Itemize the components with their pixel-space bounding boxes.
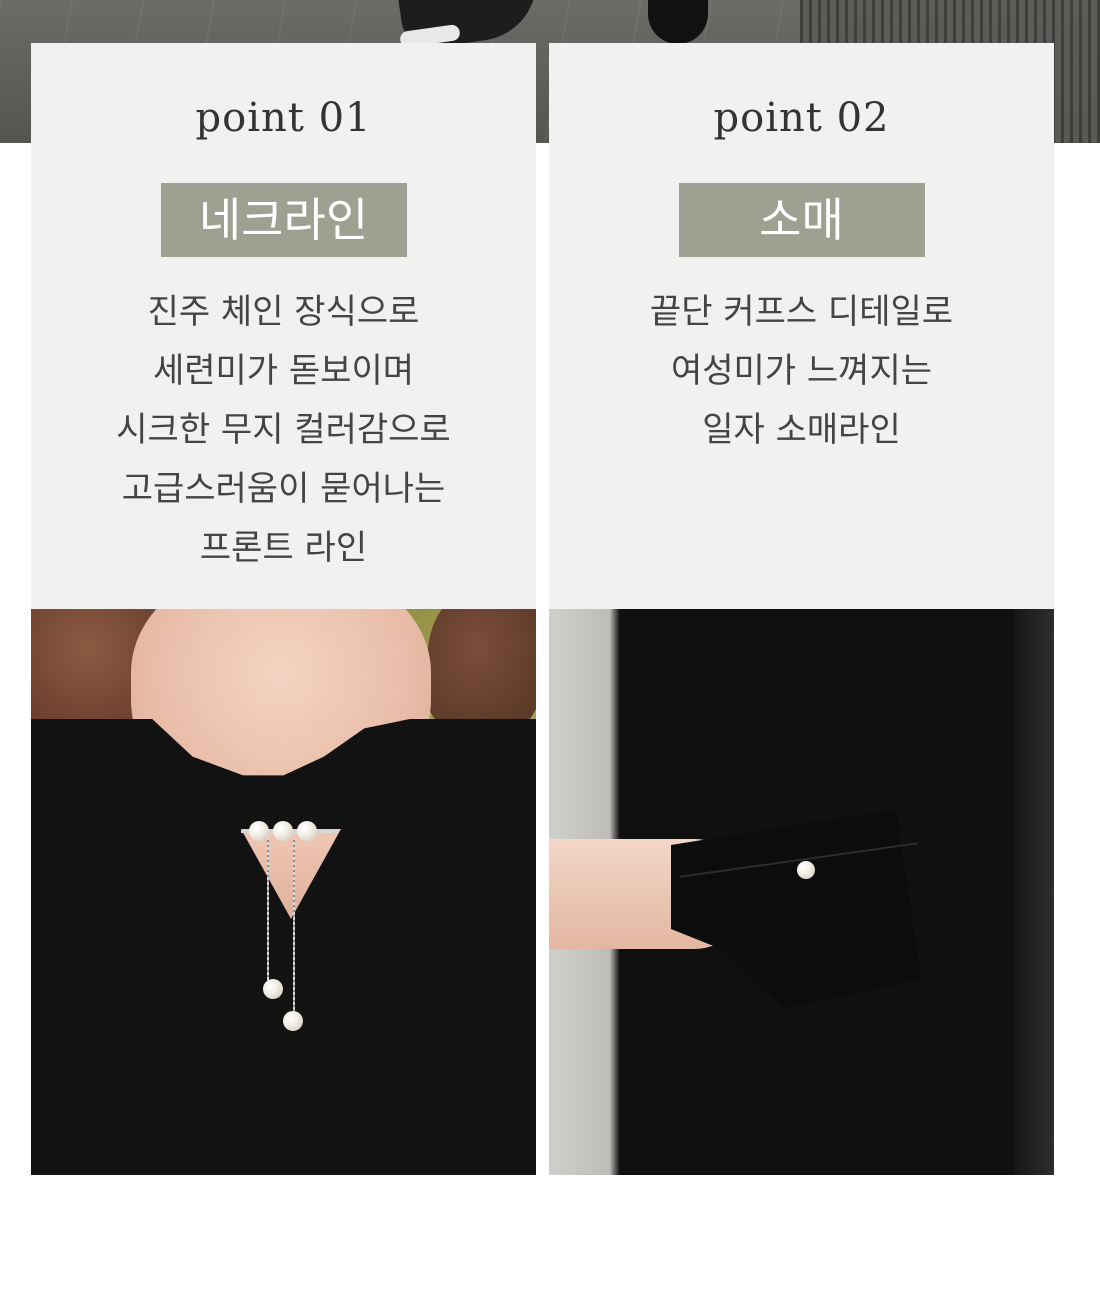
pearl-icon [297, 821, 317, 841]
shoe-right [648, 0, 708, 44]
background-edge [1014, 609, 1054, 1175]
desc-line: 세련미가 돋보이며 [152, 351, 415, 391]
desc-line: 시크한 무지 컬러감으로 [116, 410, 451, 450]
point-01-description: 진주 체인 장식으로 세련미가 돋보이며 시크한 무지 컬러감으로 고급스러움이… [31, 283, 536, 578]
desc-line: 고급스러움이 묻어나는 [121, 469, 446, 509]
point-01-title: point 01 [195, 95, 372, 141]
point-02-title: point 02 [713, 95, 890, 141]
black-dress [31, 719, 536, 1175]
desc-line: 끝단 커프스 디테일로 [649, 292, 954, 332]
point-02-tag: 소매 [678, 183, 925, 257]
point-02-description: 끝단 커프스 디테일로 여성미가 느껴지는 일자 소매라인 [549, 283, 1054, 460]
sleeve-photo [549, 609, 1054, 1175]
point-01-column: point 01 네크라인 진주 체인 장식으로 세련미가 돋보이며 시크한 무… [31, 43, 536, 1175]
point-02-panel: point 02 소매 끝단 커프스 디테일로 여성미가 느껴지는 일자 소매라… [549, 43, 1054, 609]
point-02-column: point 02 소매 끝단 커프스 디테일로 여성미가 느껴지는 일자 소매라… [549, 43, 1054, 1175]
pearl-drop-icon [283, 1011, 303, 1031]
pearl-chain [293, 837, 295, 1017]
sleeve-cuff [671, 809, 921, 1009]
pearl-chain [267, 837, 269, 987]
desc-line: 프론트 라인 [199, 528, 368, 568]
desc-line: 진주 체인 장식으로 [147, 292, 420, 332]
pearl-drop-icon [263, 979, 283, 999]
pearl-button-icon [797, 861, 815, 879]
pearl-icon [249, 821, 269, 841]
neckline-photo [31, 609, 536, 1175]
point-01-panel: point 01 네크라인 진주 체인 장식으로 세련미가 돋보이며 시크한 무… [31, 43, 536, 609]
point-01-tag: 네크라인 [160, 183, 407, 257]
desc-line: 여성미가 느껴지는 [670, 351, 933, 391]
desc-line: 일자 소매라인 [702, 410, 901, 450]
pearl-icon [273, 821, 293, 841]
